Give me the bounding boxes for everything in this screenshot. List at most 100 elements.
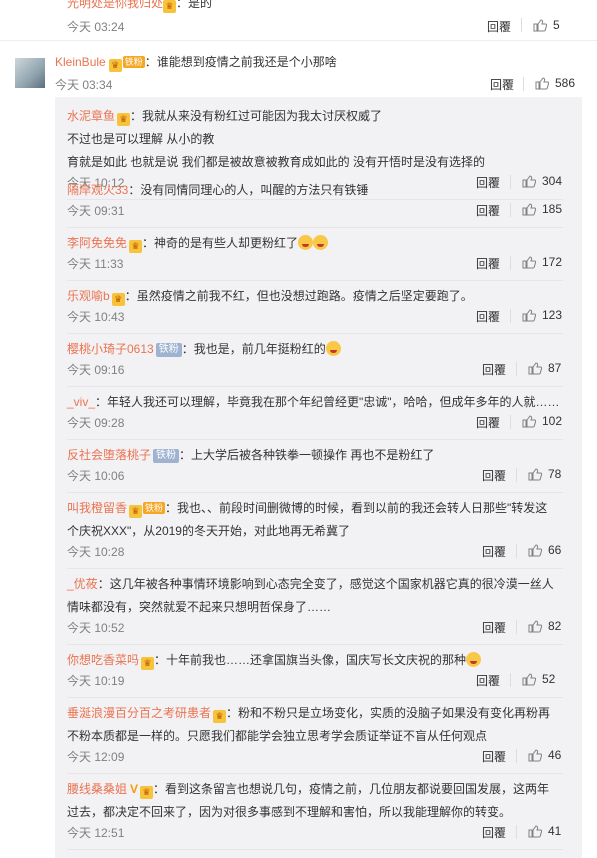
reply-text: ：这几年被各种事情环境影响到心态完全变了，感觉这个国家机器它真的很冷漠一丝人 <box>97 577 554 591</box>
username[interactable]: 水泥章鱼 <box>67 109 115 123</box>
like-count: 66 <box>548 543 562 557</box>
like-count: 123 <box>542 308 563 322</box>
divider <box>510 309 511 323</box>
like-button[interactable]: 586 <box>535 76 575 90</box>
divider <box>0 40 597 41</box>
reply-text: ：没有同情同理心的人，叫醒的方法只有铁锤 <box>128 183 369 197</box>
divider <box>510 203 511 217</box>
username[interactable]: 隔岸观火33 <box>67 183 128 197</box>
divider <box>67 568 563 569</box>
divider <box>67 773 563 774</box>
timestamp: 今天 11:33 <box>67 257 124 271</box>
like-count: 5 <box>553 18 560 32</box>
fan-badge: 铁粉 <box>155 343 182 357</box>
username[interactable]: 李阿免免免 <box>67 236 127 250</box>
reply-text: ：我也是，前几年挺粉红的 <box>181 342 326 356</box>
avatar[interactable] <box>15 58 45 88</box>
like-button[interactable]: 87 <box>528 361 561 375</box>
like-button[interactable]: 102 <box>522 414 562 428</box>
like-button[interactable]: 41 <box>528 824 561 838</box>
reply-button[interactable]: 回覆 <box>490 76 514 93</box>
reply-button[interactable]: 回覆 <box>476 255 500 272</box>
comment-text: ：是的 <box>176 0 213 10</box>
fan-badge: 铁粉 <box>143 502 166 514</box>
like-button[interactable]: 66 <box>528 543 561 557</box>
username[interactable]: 腰线桑桑姐 <box>67 782 127 796</box>
thumbs-up-icon <box>528 467 542 481</box>
like-count: 172 <box>542 255 563 269</box>
thumbs-up-icon <box>522 414 536 428</box>
timestamp: 今天 10:19 <box>67 674 125 688</box>
like-button[interactable]: 78 <box>528 467 561 481</box>
reply-item: 叫我橙留香 ♛ 铁粉 ：我也、、前段时间删微博的时候，看到以前的我还会转人日那些"转发… <box>67 497 563 543</box>
reply-button[interactable]: 回覆 <box>487 18 511 35</box>
username[interactable]: 樱桃小琦子0613 <box>67 342 154 356</box>
reply-item: 垂涎浪漫百分百之考研患者 ♛ ：粉和不粉只是立场变化，实质的没脑子如果没有变化再粉再… <box>67 702 563 748</box>
vip-icon: ♛ <box>129 505 143 518</box>
divider <box>521 18 522 32</box>
reply-text: ：看到这条留言也想说几句，疫情之前，几位朋友都说要回国发展，这两年 <box>153 782 550 796</box>
fan-badge: 铁粉 <box>153 449 180 463</box>
username[interactable]: _viv_ <box>67 395 95 409</box>
thumbs-up-icon <box>528 748 542 762</box>
username[interactable]: _优莜 <box>67 577 98 591</box>
like-button[interactable]: 172 <box>522 255 562 269</box>
reply-item: 你想吃香菜吗 ♛ ：十年前我也……还拿国旗当头像，国庆写长文庆祝的那种 <box>67 649 563 672</box>
like-count: 46 <box>548 748 562 762</box>
divider <box>67 697 563 698</box>
like-button[interactable]: 46 <box>528 748 561 762</box>
reply-item: 乐观喻b ♛ ：虽然疫情之前我不红，但也没想过跑路。疫情之后坚定要跑了。 <box>67 285 563 308</box>
reply-item: 反社会堕落桃子 铁粉 ：上大学后被各种铁拳一顿操作 再也不是粉红了 <box>67 444 563 467</box>
vip-icon: ♛ <box>108 59 122 72</box>
reply-item: 水泥章鱼 ♛ ：我就从来没有粉红过可能因为我太讨厌权威了 不过也是可以理解 从小的教育… <box>67 105 563 174</box>
reply-button[interactable]: 回覆 <box>476 672 500 689</box>
divider <box>516 749 517 763</box>
like-count: 41 <box>548 824 562 838</box>
username[interactable]: 叫我橙留香 <box>67 501 127 515</box>
reply-button[interactable]: 回覆 <box>482 619 506 636</box>
divider <box>516 468 517 482</box>
divider <box>516 544 517 558</box>
reply-button[interactable]: 回覆 <box>482 361 506 378</box>
like-button[interactable]: 123 <box>522 308 562 322</box>
username[interactable]: 你想吃香菜吗 <box>67 653 139 667</box>
thumbs-up-icon <box>522 255 536 269</box>
timestamp: 今天 09:28 <box>67 416 125 430</box>
divider <box>67 227 563 228</box>
reply-item: 樱桃小琦子0613 铁粉 ：我也是，前几年挺粉红的 <box>67 338 563 361</box>
reply-button[interactable]: 回覆 <box>476 202 500 219</box>
reply-item: _viv_：年轻人我还可以理解，毕竟我在那个年纪曾经更"忠诚"，哈哈，但成年多年… <box>67 391 563 414</box>
reply-button[interactable]: 回覆 <box>482 824 506 841</box>
username[interactable]: 垂涎浪漫百分百之考研患者 <box>67 706 211 720</box>
like-button[interactable]: 82 <box>528 619 561 633</box>
emoji-icon <box>466 652 482 667</box>
thumbs-up-icon <box>522 308 536 322</box>
timestamp: 今天 10:28 <box>67 545 125 559</box>
thumbs-up-icon <box>528 824 542 838</box>
username[interactable]: 乐观喻b <box>67 289 110 303</box>
emoji-icon <box>325 341 341 356</box>
divider <box>67 386 563 387</box>
emoji-icon <box>313 235 329 250</box>
divider <box>510 415 511 429</box>
reply-button[interactable]: 回覆 <box>482 543 506 560</box>
username[interactable]: KleinBule <box>55 55 106 69</box>
like-button[interactable]: 52 <box>522 672 555 686</box>
reply-button[interactable]: 回覆 <box>482 467 506 484</box>
timestamp: 今天 03:24 <box>67 20 125 34</box>
divider <box>67 333 563 334</box>
vip-icon: ♛ <box>163 0 177 13</box>
divider <box>516 825 517 839</box>
divider <box>510 256 511 270</box>
divider <box>67 849 563 850</box>
reply-button[interactable]: 回覆 <box>482 748 506 765</box>
reply-button[interactable]: 回覆 <box>476 308 500 325</box>
reply-button[interactable]: 回覆 <box>476 414 500 431</box>
like-button[interactable]: 185 <box>522 202 562 216</box>
reply-text: ：粉和不粉只是立场变化，实质的没脑子如果没有变化再粉再 <box>226 706 551 720</box>
like-button[interactable]: 5 <box>533 18 560 32</box>
username[interactable]: 反社会堕落桃子 <box>67 448 151 462</box>
vip-icon: ♛ <box>117 113 131 126</box>
username[interactable]: 光明处是你我归处 <box>67 0 163 10</box>
reply-text: 育就是如此 也就是说 我们都是被故意被教育成如此的 没有开悟时是没有选择的 <box>67 155 486 169</box>
